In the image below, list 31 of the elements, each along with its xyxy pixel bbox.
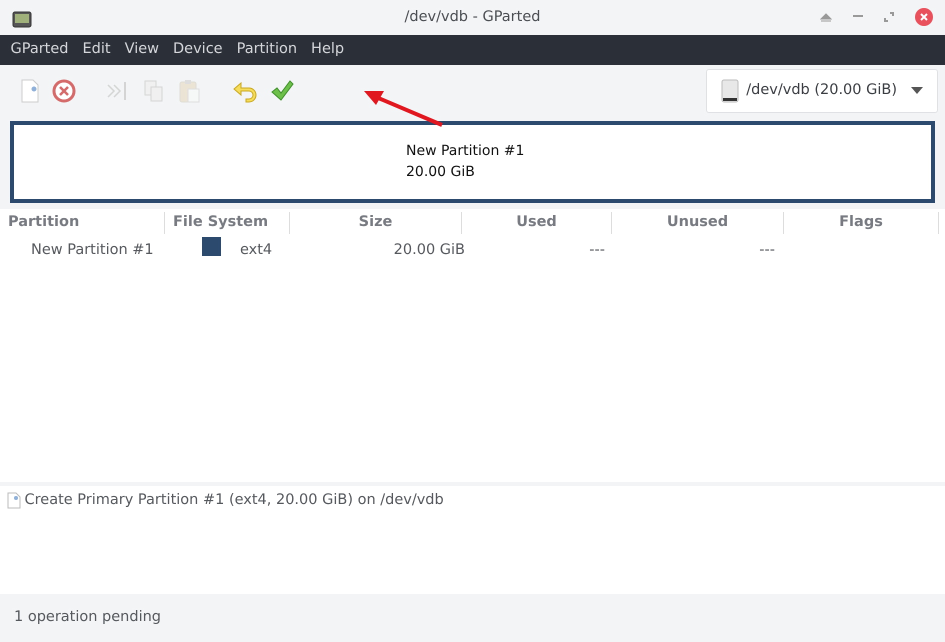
keep-above-icon[interactable] — [820, 12, 832, 22]
table-cell-text: New Partition #1 — [30, 240, 155, 260]
operation-item[interactable]: Create Primary Partition #1 (ext4, 20.00 GiB) on /dev/vdb — [24, 490, 444, 512]
window-title: /dev/vdb - GParted — [404, 8, 540, 27]
device-dropdown[interactable]: /dev/vdb (20.00 GiB) — [706, 69, 938, 113]
column-header[interactable]: Partition — [0, 212, 165, 234]
table-cell-text: ext4 — [240, 240, 274, 260]
new-document-icon — [7, 492, 21, 509]
menu-item[interactable]: Edit — [76, 39, 118, 61]
minimize-icon[interactable] — [853, 15, 863, 19]
partition-size: 20.00 GiB — [406, 163, 476, 182]
partition-map[interactable]: New Partition #1 20.00 GiB — [10, 121, 935, 203]
column-header[interactable]: File System — [165, 212, 290, 234]
menu-item[interactable]: Device — [166, 39, 230, 61]
column-header[interactable]: Flags — [784, 212, 939, 234]
menu-item[interactable]: Partition — [230, 39, 304, 61]
app-icon — [12, 9, 32, 30]
maximize-icon[interactable] — [884, 12, 894, 22]
menu-item[interactable]: Help — [304, 39, 352, 61]
close-icon[interactable] — [915, 8, 933, 26]
column-header[interactable]: Unused — [612, 212, 784, 234]
menu-item[interactable]: GParted — [4, 39, 76, 61]
status-text: 1 operation pending — [14, 608, 162, 628]
partition-name: New Partition #1 — [406, 142, 526, 161]
table-cell-text: --- — [588, 240, 605, 260]
menu-item[interactable]: View — [118, 39, 166, 61]
caret-icon — [911, 87, 923, 95]
column-header[interactable]: Size — [290, 212, 462, 234]
table-cell-text: --- — [758, 240, 775, 260]
column-header[interactable]: Used — [462, 212, 612, 234]
table-cell-text: 20.00 GiB — [392, 240, 465, 260]
